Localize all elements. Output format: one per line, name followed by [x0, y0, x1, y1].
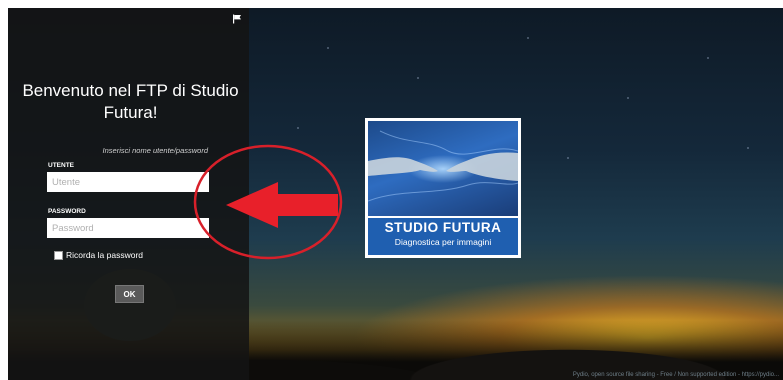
footer-credit: Pydio, open source file sharing - Free /… [572, 372, 779, 378]
logo-text-box: STUDIO FUTURA Diagnostica per immagini [368, 218, 518, 255]
logo-hands-image [368, 121, 518, 216]
remember-password[interactable]: Ricorda la password [54, 250, 143, 260]
login-hint: Inserisci nome utente/password [102, 146, 208, 155]
logo-name: STUDIO FUTURA [384, 220, 502, 235]
welcome-title: Benvenuto nel FTP di Studio Futura! [22, 81, 239, 122]
username-input[interactable] [47, 172, 209, 192]
username-label: UTENTE [48, 162, 74, 169]
remember-checkbox[interactable] [54, 250, 63, 260]
flag-icon[interactable] [232, 14, 242, 24]
studio-futura-logo: STUDIO FUTURA Diagnostica per immagini [365, 118, 521, 258]
ok-button[interactable]: OK [115, 285, 144, 303]
red-arrow-shape [226, 182, 338, 228]
remember-label: Ricorda la password [66, 250, 144, 260]
annotation-arrow [193, 144, 343, 260]
logo-tagline: Diagnostica per immagini [394, 237, 492, 247]
password-label: PASSWORD [48, 208, 86, 215]
password-input[interactable] [47, 218, 209, 238]
hands-illustration [368, 130, 518, 202]
